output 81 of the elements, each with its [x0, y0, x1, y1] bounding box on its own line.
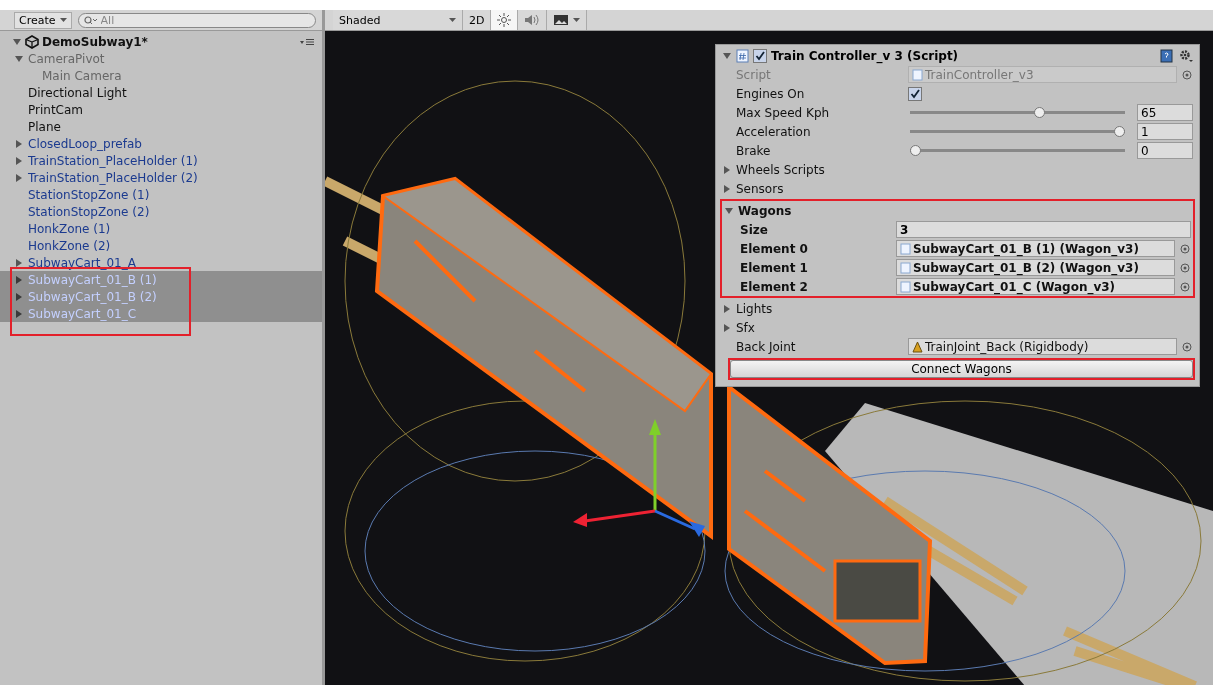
help-book-icon[interactable]	[1160, 49, 1173, 63]
number-field[interactable]: 65	[1137, 104, 1193, 121]
field-label: Max Speed Kph	[736, 105, 831, 120]
checkbox[interactable]	[753, 49, 767, 63]
caret-icon	[449, 17, 456, 23]
hierarchy-item[interactable]: PrintCam	[0, 101, 322, 118]
object-field[interactable]: SubwayCart_01_C (Wagon_v3)	[896, 278, 1175, 295]
field-label: Element 1	[739, 260, 809, 275]
expand-arrow-icon[interactable]	[12, 36, 22, 47]
settings-icon[interactable]	[1179, 49, 1193, 63]
component-title: Train Controller_v 3 (Script)	[771, 49, 960, 63]
hierarchy-item[interactable]: HonkZone (1)	[0, 220, 322, 237]
expand-arrow-icon[interactable]	[14, 308, 24, 319]
image-icon	[553, 14, 570, 26]
object-picker-icon[interactable]	[1182, 341, 1192, 352]
object-picker-icon[interactable]	[1180, 262, 1190, 273]
hierarchy-item[interactable]: HonkZone (2)	[0, 237, 322, 254]
expand-arrow-icon[interactable]	[14, 274, 24, 285]
object-field[interactable]: SubwayCart_01_B (1) (Wagon_v3)	[896, 240, 1175, 257]
expand-arrow-icon[interactable]	[724, 205, 734, 216]
field-label: Engines On	[736, 86, 806, 101]
expand-arrow-icon[interactable]	[722, 183, 732, 194]
foldout-label[interactable]: Sfx	[736, 320, 755, 335]
expand-arrow-icon[interactable]	[722, 164, 732, 175]
foldout-label[interactable]: Lights	[736, 301, 773, 316]
object-field[interactable]: SubwayCart_01_B (2) (Wagon_v3)	[896, 259, 1175, 276]
checkbox[interactable]	[908, 86, 922, 101]
expand-arrow-icon[interactable]	[722, 322, 732, 333]
field-label: Acceleration	[736, 124, 812, 139]
search-icon	[83, 15, 98, 26]
field-label: Element 0	[739, 241, 809, 256]
lighting-toggle[interactable]	[491, 10, 519, 30]
scene-view[interactable]	[325, 31, 1213, 685]
hierarchy-item[interactable]: StationStopZone (2)	[0, 203, 322, 220]
field-label: Script	[736, 67, 772, 82]
expand-arrow-icon[interactable]	[14, 257, 24, 268]
expand-arrow-icon[interactable]	[722, 51, 732, 61]
expand-arrow-icon[interactable]	[14, 138, 24, 149]
search-field[interactable]: All	[77, 12, 316, 28]
field-label: Element 2	[739, 279, 809, 294]
hierarchy-item[interactable]: StationStopZone (1)	[0, 186, 322, 203]
expand-arrow-icon[interactable]	[14, 155, 24, 166]
object-field[interactable]: TrainJoint_Back (Rigidbody)	[908, 338, 1177, 355]
connect-wagons-button[interactable]: Connect Wagons	[730, 360, 1193, 378]
create-dropdown[interactable]: Create	[14, 11, 72, 29]
object-picker-icon[interactable]	[1182, 69, 1192, 80]
field-label: Size	[739, 222, 769, 237]
field-label: Back Joint	[736, 339, 797, 354]
slider-thumb[interactable]	[1034, 107, 1046, 118]
hierarchy-item[interactable]: Plane	[0, 118, 322, 135]
rigidbody-icon	[912, 340, 923, 353]
slider-thumb[interactable]	[1114, 126, 1125, 137]
caret-icon	[573, 17, 581, 23]
hierarchy-item[interactable]: ClosedLoop_prefab	[0, 135, 322, 152]
menu-icon[interactable]	[300, 37, 314, 46]
scene-name[interactable]: DemoSubway1*	[42, 34, 297, 49]
hierarchy-item[interactable]: TrainStation_PlaceHolder (2)	[0, 169, 322, 186]
number-field[interactable]: 1	[1137, 123, 1193, 140]
image-effects-dropdown[interactable]	[547, 10, 588, 30]
expand-arrow-icon[interactable]	[14, 172, 24, 183]
field-label: Brake	[736, 143, 772, 158]
shading-dropdown[interactable]: Shaded	[333, 10, 463, 30]
sun-icon	[497, 13, 512, 27]
expand-arrow-icon[interactable]	[722, 303, 732, 314]
hierarchy-item[interactable]: SubwayCart_01_A	[0, 254, 322, 271]
caret-icon	[59, 17, 67, 23]
expand-arrow-icon[interactable]	[14, 53, 24, 64]
object-picker-icon[interactable]	[1180, 243, 1190, 254]
expand-arrow-icon[interactable]	[14, 291, 24, 302]
object-picker-icon[interactable]	[1180, 281, 1190, 292]
number-field[interactable]: 3	[896, 221, 1191, 238]
foldout-label[interactable]: Wagons	[738, 203, 792, 218]
foldout-label[interactable]: Sensors	[736, 181, 784, 196]
slider-thumb[interactable]	[910, 145, 921, 156]
speaker-icon	[524, 14, 541, 26]
2d-toggle[interactable]: 2D	[463, 10, 492, 30]
foldout-label[interactable]: Wheels Scripts	[736, 162, 825, 177]
audio-toggle[interactable]	[518, 10, 548, 30]
number-field[interactable]: 0	[1137, 142, 1193, 159]
hierarchy-item[interactable]: Directional Light	[0, 84, 322, 101]
hierarchy-item[interactable]: TrainStation_PlaceHolder (1)	[0, 152, 322, 169]
